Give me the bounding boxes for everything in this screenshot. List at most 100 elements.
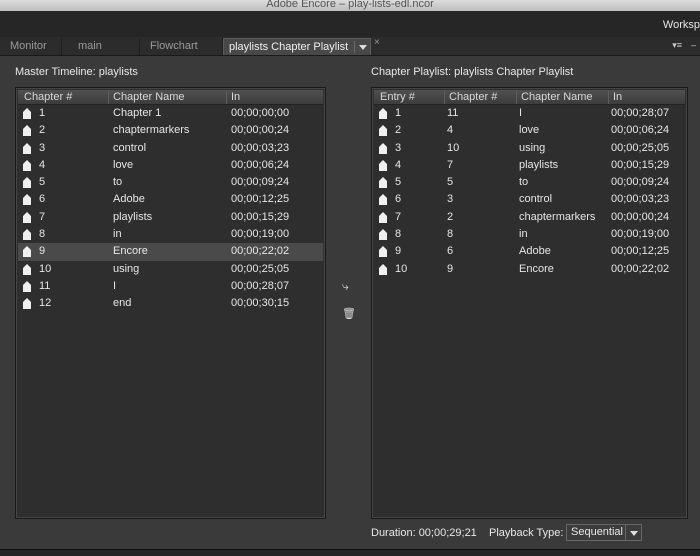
column-header-chapter-name[interactable]: Chapter Name (108, 91, 226, 104)
chapter-number: 8 (39, 228, 46, 241)
tab-monitor[interactable]: Monitor (0, 38, 62, 55)
chapter-marker-icon (379, 108, 387, 119)
tab-flowchart[interactable]: Flowchart (140, 38, 223, 55)
chapter-in-time: 00;00;12;25 (611, 245, 670, 258)
chapter-number: 9 (39, 245, 46, 258)
chapter-in-time: 00;00;12;25 (231, 193, 290, 206)
chapter-name: to (113, 176, 123, 189)
column-header-chapter-num[interactable]: Chapter # (444, 91, 516, 104)
playback-type-value: Sequential (571, 526, 623, 538)
chapter-in-time: 00;00;03;23 (231, 141, 290, 154)
tab-dropdown-icon[interactable] (354, 41, 369, 53)
chapter-name: playlists (519, 158, 559, 171)
chapter-in-time: 00;00;28;07 (611, 107, 670, 119)
table-row[interactable]: 9 Encore 00;00;22;02 (18, 243, 323, 261)
chapter-number: 7 (39, 210, 46, 223)
column-header-chapter-num[interactable]: Chapter # (20, 91, 104, 104)
chapter-name: in (519, 228, 528, 241)
chapter-number: 11 (447, 107, 459, 119)
entry-number: 8 (395, 228, 402, 241)
entry-number: 1 (395, 107, 402, 119)
tab-playlists-chapter-playlist[interactable]: playlists Chapter Playlist (223, 38, 371, 55)
chapter-in-time: 00;00;19;00 (611, 228, 670, 241)
column-header-chapter-name[interactable]: Chapter Name (516, 91, 608, 104)
table-row[interactable]: 3 10 using 00;00;25;05 (374, 140, 685, 157)
table-row[interactable]: 1 Chapter 1 00;00;00;00 (18, 105, 323, 122)
trash-icon[interactable]: 🗑 (342, 307, 356, 320)
chapter-number: 8 (447, 228, 454, 241)
table-row[interactable]: 6 3 control 00;00;03;23 (374, 191, 685, 208)
chapter-marker-icon (379, 229, 387, 241)
table-row[interactable]: 11 I 00;00;28;07 (18, 278, 323, 295)
chapter-number: 1 (39, 107, 46, 119)
chapter-number: 5 (447, 176, 454, 189)
master-timeline-list[interactable]: Chapter # Chapter Name In 1 Chapter 1 00;0… (15, 87, 326, 519)
entry-number: 10 (395, 262, 408, 275)
table-row[interactable]: 6 Adobe 00;00;12;25 (18, 191, 323, 208)
table-row[interactable]: 9 6 Adobe 00;00;12;25 (374, 243, 685, 260)
column-header-in[interactable]: In (226, 91, 316, 104)
chapter-name: chaptermarkers (519, 210, 596, 223)
table-row[interactable]: 4 7 playlists 00;00;15;29 (374, 157, 685, 174)
table-row[interactable]: 5 5 to 00;00;09;24 (374, 174, 685, 191)
chapter-marker-icon (23, 246, 31, 258)
column-header-entry-num[interactable]: Entry # (376, 91, 440, 104)
panel-menu-icon[interactable]: ▾≡ (672, 40, 682, 51)
entry-number: 9 (395, 245, 402, 258)
workspace-bar: Worksp (0, 11, 700, 38)
table-row[interactable]: 4 love 00;00;06;24 (18, 157, 323, 174)
chapter-playlist-list[interactable]: Entry # Chapter # Chapter Name In 1 11 I 00… (371, 87, 688, 519)
chapter-number: 6 (39, 193, 46, 206)
chapter-marker-icon (379, 125, 387, 137)
chapter-in-time: 00;00;22;02 (611, 262, 670, 275)
entry-number: 2 (395, 124, 402, 137)
chapter-in-time: 00;00;06;24 (611, 124, 670, 137)
table-row[interactable]: 12 end 00;00;30;15 (18, 295, 323, 312)
table-row[interactable]: 7 2 chaptermarkers 00;00;00;24 (374, 209, 685, 226)
table-row[interactable]: 1 11 I 00;00;28;07 (374, 105, 685, 122)
playback-type-select[interactable]: Sequential (566, 524, 642, 541)
close-tab-icon[interactable]: × (374, 37, 380, 48)
chapter-name: love (113, 158, 134, 171)
column-header-in[interactable]: In (608, 91, 683, 104)
chapter-name: Chapter 1 (113, 107, 162, 119)
table-row[interactable]: 7 playlists 00;00;15;29 (18, 209, 323, 226)
panel-tab-bar: Monitor main Flowchart playlists Chapter… (0, 37, 700, 56)
chapter-in-time: 00;00;25;05 (231, 262, 290, 275)
chapter-name: in (113, 228, 122, 241)
tab-main[interactable]: main (62, 38, 140, 55)
table-row[interactable]: 2 chaptermarkers 00;00;00;24 (18, 122, 323, 139)
table-row[interactable]: 10 using 00;00;25;05 (18, 261, 323, 278)
table-row[interactable]: 2 4 love 00;00;06;24 (374, 122, 685, 139)
chapter-name: love (519, 124, 540, 137)
chapter-marker-icon (23, 229, 31, 241)
table-row[interactable]: 8 in 00;00;19;00 (18, 226, 323, 243)
chapter-name: using (519, 141, 546, 154)
chapter-marker-icon (23, 125, 31, 137)
table-row[interactable]: 10 9 Encore 00;00;22;02 (374, 261, 685, 278)
chapter-name: Encore (519, 262, 554, 275)
table-row[interactable]: 3 control 00;00;03;23 (18, 140, 323, 157)
workspace-menu[interactable]: Worksp (663, 19, 700, 31)
minimize-icon[interactable]: – (691, 40, 696, 50)
chapter-number: 12 (39, 297, 52, 310)
master-timeline-label: Master Timeline: playlists (15, 66, 138, 78)
duration-readout: Duration: 00;00;29;21 (371, 527, 477, 539)
master-list-rows: 1 Chapter 1 00;00;00;00 2 chaptermarkers 00;0… (18, 105, 323, 313)
chapter-in-time: 00;00;00;00 (231, 107, 290, 119)
chapter-name: to (519, 176, 529, 189)
chapter-number: 10 (447, 141, 460, 154)
table-row[interactable]: 5 to 00;00;09;24 (18, 174, 323, 191)
chapter-in-time: 00;00;25;05 (611, 141, 670, 154)
chapter-marker-icon (23, 211, 31, 223)
chapter-in-time: 00;00;09;24 (231, 176, 290, 189)
chapter-marker-icon (23, 298, 31, 310)
chapter-name: I (519, 107, 523, 119)
master-list-header: Chapter # Chapter Name In (18, 90, 323, 105)
entry-number: 5 (395, 176, 402, 189)
window-title: Adobe Encore – play-lists-edl.ncor (0, 0, 700, 11)
chapter-name: Adobe (113, 193, 145, 206)
add-to-playlist-icon[interactable]: ⤷ (342, 279, 349, 294)
chapter-name: using (113, 262, 140, 275)
table-row[interactable]: 8 8 in 00;00;19;00 (374, 226, 685, 243)
